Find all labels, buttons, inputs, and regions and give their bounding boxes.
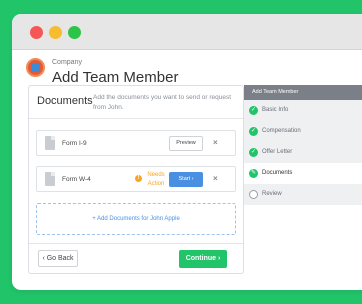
- warning-icon: !: [135, 175, 142, 182]
- company-logo-icon: [26, 58, 45, 77]
- step-label: Compensation: [262, 128, 301, 134]
- document-icon: [45, 172, 55, 186]
- app-header: Company Add Team Member: [12, 50, 362, 90]
- empty-circle-icon: [249, 190, 258, 199]
- step-label: Documents: [262, 170, 293, 176]
- step-label: Offer Letter: [262, 149, 293, 155]
- step-review[interactable]: Review: [244, 184, 362, 205]
- go-back-button[interactable]: ‹ Go Back: [38, 250, 78, 267]
- step-compensation[interactable]: ✓ Compensation: [244, 121, 362, 142]
- step-label: Basic Info: [262, 107, 289, 113]
- check-icon: ✓: [249, 127, 258, 136]
- add-documents-button[interactable]: + Add Documents for John Apple: [36, 203, 236, 235]
- document-row-w4: Form W-4 ! Needs Action Start › ×: [36, 166, 236, 192]
- needs-action-status: Needs Action: [147, 172, 165, 187]
- remove-document-icon[interactable]: ×: [213, 174, 218, 183]
- step-offer-letter[interactable]: ✓ Offer Letter: [244, 142, 362, 163]
- step-label: Review: [262, 191, 282, 197]
- minimize-window-button[interactable]: [49, 26, 62, 39]
- steps-panel: Add Team Member ✓ Basic Info ✓ Compensat…: [244, 85, 362, 205]
- remove-document-icon[interactable]: ×: [213, 138, 218, 147]
- document-row-i9: Form I-9 Preview ×: [36, 130, 236, 156]
- window-titlebar: [12, 14, 362, 50]
- document-name: Form I-9: [62, 140, 87, 147]
- step-documents[interactable]: ✎ Documents: [244, 163, 362, 184]
- start-button[interactable]: Start ›: [169, 172, 203, 187]
- maximize-window-button[interactable]: [68, 26, 81, 39]
- step-basic-info[interactable]: ✓ Basic Info: [244, 100, 362, 121]
- documents-title: Documents: [37, 95, 93, 107]
- documents-card: Documents Add the documents you want to …: [28, 85, 244, 274]
- steps-list: ✓ Basic Info ✓ Compensation ✓ Offer Lett…: [244, 100, 362, 205]
- check-icon: ✓: [249, 148, 258, 157]
- steps-title: Add Team Member: [244, 85, 362, 100]
- company-label: Company: [52, 59, 82, 66]
- pencil-icon: ✎: [249, 169, 258, 178]
- documents-description: Add the documents you want to send or re…: [93, 94, 232, 111]
- document-icon: [45, 136, 55, 150]
- page-title: Add Team Member: [52, 69, 179, 86]
- check-icon: ✓: [249, 106, 258, 115]
- close-window-button[interactable]: [30, 26, 43, 39]
- divider: [29, 243, 243, 244]
- preview-button[interactable]: Preview: [169, 136, 203, 151]
- document-name: Form W-4: [62, 176, 91, 183]
- divider: [29, 118, 243, 119]
- continue-button[interactable]: Continue ›: [179, 250, 227, 268]
